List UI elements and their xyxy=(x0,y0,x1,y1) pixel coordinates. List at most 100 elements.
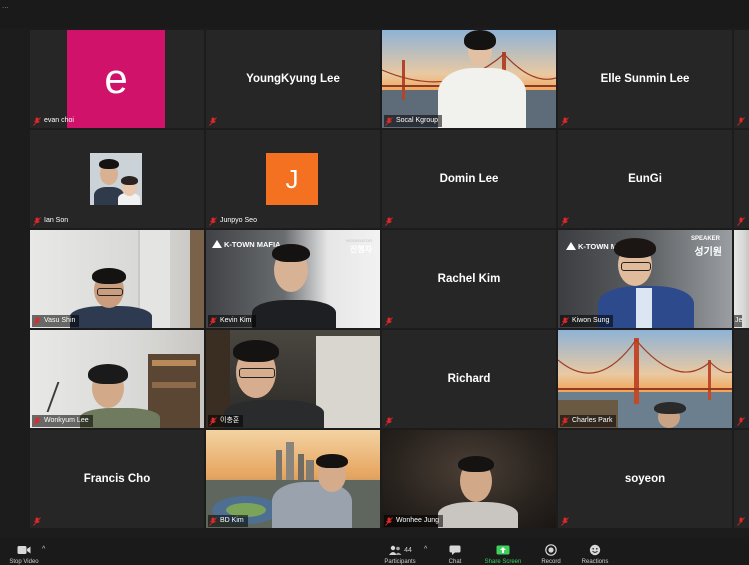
participant-name-label: 이충훈 xyxy=(208,415,244,427)
mic-muted-icon xyxy=(561,516,569,526)
participant-tile-youngkyung-lee[interactable]: YoungKyung Lee xyxy=(206,30,380,128)
participants-button[interactable]: 44 Participants xyxy=(380,537,420,565)
participant-name-label: Socal Kgroup xyxy=(384,115,443,127)
participant-tile-partial[interactable] xyxy=(734,30,749,128)
participant-tile-francis-cho[interactable]: Francis Cho xyxy=(30,430,204,528)
participant-tile-partial[interactable] xyxy=(734,430,749,528)
participant-name-label xyxy=(736,515,749,527)
record-button[interactable]: Record xyxy=(536,537,566,565)
participant-name: Wonkyum Lee xyxy=(44,417,89,424)
participant-name-label: Junpyo Seo xyxy=(208,215,261,227)
person-hair xyxy=(614,238,656,258)
participant-name: Elle Sunmin Lee xyxy=(600,73,690,85)
participant-tile-partial[interactable] xyxy=(734,130,749,228)
participant-tile-wonhee-jung[interactable]: Wonhee Jung xyxy=(382,430,556,528)
participant-tile-domin-lee[interactable]: Domin Lee xyxy=(382,130,556,228)
participant-name-label: Vasu Shin xyxy=(32,315,80,327)
participant-tile-eungi[interactable]: EunGi xyxy=(558,130,732,228)
participant-name-label: BD Kim xyxy=(208,515,248,527)
participant-name: soyeon xyxy=(624,473,666,485)
zoom-meeting-window: ... e evan choi YoungKyung Lee Socal Kgr… xyxy=(0,0,749,565)
mic-muted-icon xyxy=(385,116,393,126)
participant-name: Kiwon Sung xyxy=(572,317,610,324)
mic-muted-icon xyxy=(737,416,745,426)
video-feed xyxy=(206,430,380,528)
participant-name: Wonhee Jung xyxy=(396,517,440,524)
mic-muted-icon xyxy=(385,516,393,526)
video-feed xyxy=(206,330,380,428)
participant-tile-rachel-kim[interactable]: Rachel Kim xyxy=(382,230,556,328)
video-feed xyxy=(382,30,556,128)
meeting-controls-bar: Stop Video ^ 44 Participants ^ Chat Shar… xyxy=(0,537,749,565)
share-screen-button[interactable]: Share Screen xyxy=(482,537,524,565)
mic-muted-icon xyxy=(561,416,569,426)
participant-name: BD Kim xyxy=(220,517,244,524)
participant-name-label xyxy=(384,415,397,427)
mic-muted-icon xyxy=(209,216,217,226)
participants-options-chevron-up-icon[interactable]: ^ xyxy=(424,546,427,553)
mic-muted-icon xyxy=(385,416,393,426)
chat-label: Chat xyxy=(448,559,462,565)
person-hair xyxy=(464,30,496,50)
participant-name-label xyxy=(32,515,45,527)
glasses xyxy=(239,368,275,378)
glasses xyxy=(621,262,651,271)
reactions-button[interactable]: Reactions xyxy=(578,537,612,565)
participant-name-label xyxy=(736,215,749,227)
participant-tile-evan-choi[interactable]: e evan choi xyxy=(30,30,204,128)
participant-tile-richard[interactable]: Richard xyxy=(382,330,556,428)
participant-tile-junpyo-seo[interactable]: J Junpyo Seo xyxy=(206,130,380,228)
participant-tile-soyeon[interactable]: soyeon xyxy=(558,430,732,528)
participant-name: Domin Lee xyxy=(439,173,499,185)
participant-tile-vasu-shin[interactable]: Vasu Shin xyxy=(30,230,204,328)
participant-name: evan choi xyxy=(44,117,74,124)
participant-tile-bd-kim[interactable]: BD Kim xyxy=(206,430,380,528)
headphones xyxy=(88,364,128,384)
chat-bubble-icon xyxy=(449,545,461,555)
lamp xyxy=(46,382,80,412)
video-feed: K-TOWN MAFIA SPEAKER 성기원 xyxy=(558,230,732,328)
person-body xyxy=(252,300,336,328)
participant-tile-je[interactable]: Je xyxy=(734,230,749,328)
speaker-role-ko: 성기원 xyxy=(694,247,722,258)
participant-name: Richard xyxy=(447,373,491,385)
participant-tile-wonkyum-lee[interactable]: Wonkyum Lee xyxy=(30,330,204,428)
participant-name-label: Kevin Kim xyxy=(208,315,256,327)
video-feed xyxy=(30,230,204,328)
person-hair xyxy=(99,159,119,169)
participant-tile-elle-sunmin-lee[interactable]: Elle Sunmin Lee xyxy=(558,30,732,128)
record-icon xyxy=(545,544,557,556)
participants-count: 44 xyxy=(404,546,412,554)
mic-muted-icon xyxy=(209,416,217,426)
person-hair xyxy=(233,340,279,362)
participant-name-label: Wonkyum Lee xyxy=(32,415,93,427)
participant-name-label xyxy=(560,215,573,227)
mic-muted-icon xyxy=(33,316,41,326)
participant-tile-charles-park[interactable]: Charles Park xyxy=(558,330,732,428)
shirt xyxy=(636,288,652,328)
share-screen-label: Share Screen xyxy=(484,559,522,565)
mic-muted-icon xyxy=(33,516,41,526)
participant-name: Socal Kgroup xyxy=(396,117,439,124)
record-label: Record xyxy=(541,559,561,565)
participant-name-label xyxy=(208,115,221,127)
participant-tile-lee-chunghoon[interactable]: 이충훈 xyxy=(206,330,380,428)
participant-name-label xyxy=(384,315,397,327)
mic-muted-icon xyxy=(33,116,41,126)
participant-tile-kevin-kim[interactable]: K-TOWN MAFIA MODERATOR 진행자 Kevin Kim xyxy=(206,230,380,328)
participant-tile-kiwon-sung-active-speaker[interactable]: K-TOWN MAFIA SPEAKER 성기원 Kiwon Sung xyxy=(558,230,732,328)
window-title: ... xyxy=(2,1,9,10)
chat-button[interactable]: Chat xyxy=(442,537,468,565)
moderator-role-en: MODERATOR xyxy=(346,238,372,243)
stop-video-button[interactable]: Stop Video xyxy=(8,537,40,565)
participant-name: Vasu Shin xyxy=(44,317,76,324)
participant-tile-ian-son[interactable]: Ian Son xyxy=(30,130,204,228)
ktown-mafia-logo: K-TOWN MAFIA xyxy=(212,240,281,249)
mic-muted-icon xyxy=(737,516,745,526)
participant-name: Junpyo Seo xyxy=(220,217,257,224)
video-options-chevron-up-icon[interactable]: ^ xyxy=(42,546,45,553)
participant-tile-partial[interactable] xyxy=(734,330,749,428)
participant-name-label: Ian Son xyxy=(32,215,72,227)
participant-name-label: evan choi xyxy=(32,115,78,127)
participant-tile-socal-kgroup[interactable]: Socal Kgroup xyxy=(382,30,556,128)
